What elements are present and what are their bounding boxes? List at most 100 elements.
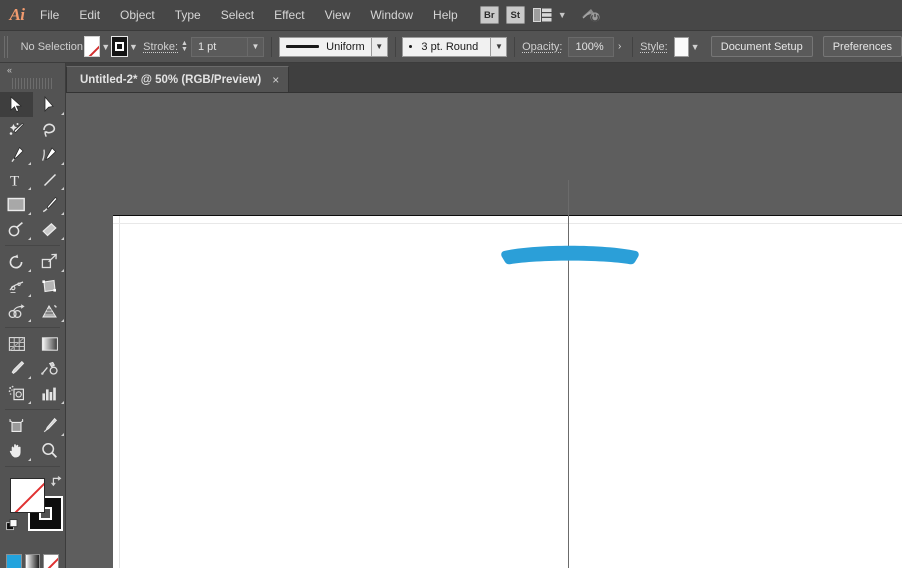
perspective-grid-tool[interactable] xyxy=(33,299,66,324)
curvature-tool[interactable] xyxy=(33,142,66,167)
fill-color-box[interactable] xyxy=(10,478,45,513)
mesh-tool[interactable] xyxy=(0,331,33,356)
free-transform-tool[interactable] xyxy=(33,274,66,299)
tool-flyout-indicator xyxy=(60,319,64,322)
stock-button[interactable]: St xyxy=(505,6,525,24)
eraser-tool[interactable] xyxy=(33,217,66,242)
illustrator-window: Ai File Edit Object Type Select Effect V… xyxy=(0,0,902,568)
stroke-chevron-down-icon[interactable]: ▼ xyxy=(128,42,139,52)
menu-item-edit[interactable]: Edit xyxy=(69,0,110,31)
tool-flyout-indicator xyxy=(60,187,64,190)
canvas-workspace[interactable] xyxy=(66,93,902,568)
menu-item-type[interactable]: Type xyxy=(165,0,211,31)
tool-group-transform xyxy=(0,249,65,324)
zoom-tool[interactable] xyxy=(33,438,66,463)
rectangle-tool[interactable] xyxy=(0,192,33,217)
stroke-profile-chevron-down-icon[interactable]: ▼ xyxy=(370,36,388,57)
scale-tool[interactable] xyxy=(33,249,66,274)
lasso-tool[interactable] xyxy=(33,117,66,142)
none-mode-button[interactable] xyxy=(43,554,60,568)
artboard-tool[interactable] xyxy=(0,413,33,438)
control-divider-4 xyxy=(632,36,634,57)
document-setup-button[interactable]: Document Setup xyxy=(710,36,813,57)
stroke-color-swatch[interactable] xyxy=(111,36,128,57)
tool-flyout-indicator xyxy=(27,162,31,165)
tool-flyout-indicator xyxy=(27,212,31,215)
arrange-documents-icon[interactable] xyxy=(532,7,553,23)
toolbar-divider-4 xyxy=(5,466,60,467)
graphic-style-swatch[interactable] xyxy=(673,36,690,57)
svg-text:T: T xyxy=(10,173,19,188)
control-bar: No Selection ▼ ▼ Stroke: ▲ ▼ 1 pt ▼ Unifo… xyxy=(0,31,902,63)
control-divider xyxy=(270,36,272,57)
direct-selection-tool[interactable] xyxy=(33,92,66,117)
tool-flyout-indicator xyxy=(60,433,64,436)
color-mode-button[interactable] xyxy=(6,554,22,568)
style-chevron-down-icon[interactable]: ▼ xyxy=(689,42,700,52)
toolbar-grip[interactable] xyxy=(12,78,53,89)
brush-dot-icon xyxy=(409,45,413,48)
eyedropper-tool[interactable] xyxy=(0,356,33,381)
menu-item-select[interactable]: Select xyxy=(211,0,264,31)
stroke-weight-chevron-down-icon[interactable]: ▼ xyxy=(246,36,264,57)
fill-stroke-controls xyxy=(0,472,66,550)
swap-fill-stroke-icon[interactable] xyxy=(50,474,63,492)
close-icon[interactable]: × xyxy=(272,74,279,86)
width-tool[interactable] xyxy=(0,274,33,299)
default-fill-stroke-icon[interactable] xyxy=(6,519,19,537)
hand-tool[interactable] xyxy=(0,438,33,463)
bridge-button[interactable]: Br xyxy=(479,6,499,24)
blue-brush-stroke[interactable] xyxy=(496,237,644,284)
arrange-chevron-down-icon[interactable]: ▼ xyxy=(558,10,567,20)
menu-bar: Ai File Edit Object Type Select Effect V… xyxy=(0,0,902,31)
brush-definition-select[interactable]: 3 pt. Round xyxy=(402,36,491,57)
style-label: Style: xyxy=(640,40,668,53)
magic-wand-tool[interactable] xyxy=(0,117,33,142)
menu-item-object[interactable]: Object xyxy=(110,0,165,31)
gradient-mode-button[interactable] xyxy=(24,554,41,568)
menu-bar-tools: Br St ▼ xyxy=(479,5,602,25)
opacity-input[interactable]: 100% xyxy=(568,36,614,57)
sync-settings-icon[interactable] xyxy=(580,5,602,25)
blend-tool[interactable] xyxy=(33,356,66,381)
menu-item-file[interactable]: File xyxy=(30,0,69,31)
menu-item-view[interactable]: View xyxy=(315,0,361,31)
symbol-sprayer-tool[interactable] xyxy=(0,381,33,406)
paintbrush-tool[interactable] xyxy=(33,192,66,217)
toolbar-divider-1 xyxy=(5,245,60,246)
pen-tool[interactable] xyxy=(0,142,33,167)
menu-item-help[interactable]: Help xyxy=(423,0,468,31)
control-bar-grip[interactable] xyxy=(4,35,8,58)
preferences-button[interactable]: Preferences xyxy=(822,36,902,57)
brush-definition-chevron-down-icon[interactable]: ▼ xyxy=(490,36,508,57)
tool-flyout-indicator xyxy=(27,319,31,322)
line-segment-tool[interactable] xyxy=(33,167,66,192)
type-tool[interactable]: T xyxy=(0,167,33,192)
shaper-tool[interactable] xyxy=(0,217,33,242)
tool-flyout-indicator xyxy=(27,237,31,240)
menu-item-window[interactable]: Window xyxy=(360,0,423,31)
tool-flyout-indicator xyxy=(27,294,31,297)
shape-builder-tool[interactable] xyxy=(0,299,33,324)
document-tab-untitled-2[interactable]: Untitled-2* @ 50% (RGB/Preview) × xyxy=(66,66,290,92)
stroke-weight-input[interactable]: 1 pt xyxy=(190,36,247,57)
menu-item-effect[interactable]: Effect xyxy=(264,0,314,31)
selection-tool[interactable] xyxy=(0,92,33,117)
toolbar-collapse-button[interactable]: « xyxy=(0,63,65,77)
tool-flyout-indicator xyxy=(27,458,31,461)
document-tab-title: Untitled-2* @ 50% (RGB/Preview) xyxy=(80,73,262,86)
stroke-profile-select[interactable]: Uniform xyxy=(278,36,371,57)
tool-group-selection: T xyxy=(0,92,65,242)
gradient-tool[interactable] xyxy=(33,331,66,356)
fill-color-swatch[interactable] xyxy=(83,36,100,57)
rotate-tool[interactable] xyxy=(0,249,33,274)
fill-chevron-down-icon[interactable]: ▼ xyxy=(100,42,111,52)
tool-flyout-indicator xyxy=(27,269,31,272)
app-logo-icon: Ai xyxy=(9,5,25,24)
opacity-more-icon[interactable]: › xyxy=(614,37,625,57)
column-graph-tool[interactable] xyxy=(33,381,66,406)
slice-tool[interactable] xyxy=(33,413,66,438)
tool-group-paint xyxy=(0,331,65,406)
stroke-weight-stepper[interactable]: ▲ ▼ xyxy=(181,40,188,53)
tool-flyout-indicator xyxy=(60,112,64,115)
